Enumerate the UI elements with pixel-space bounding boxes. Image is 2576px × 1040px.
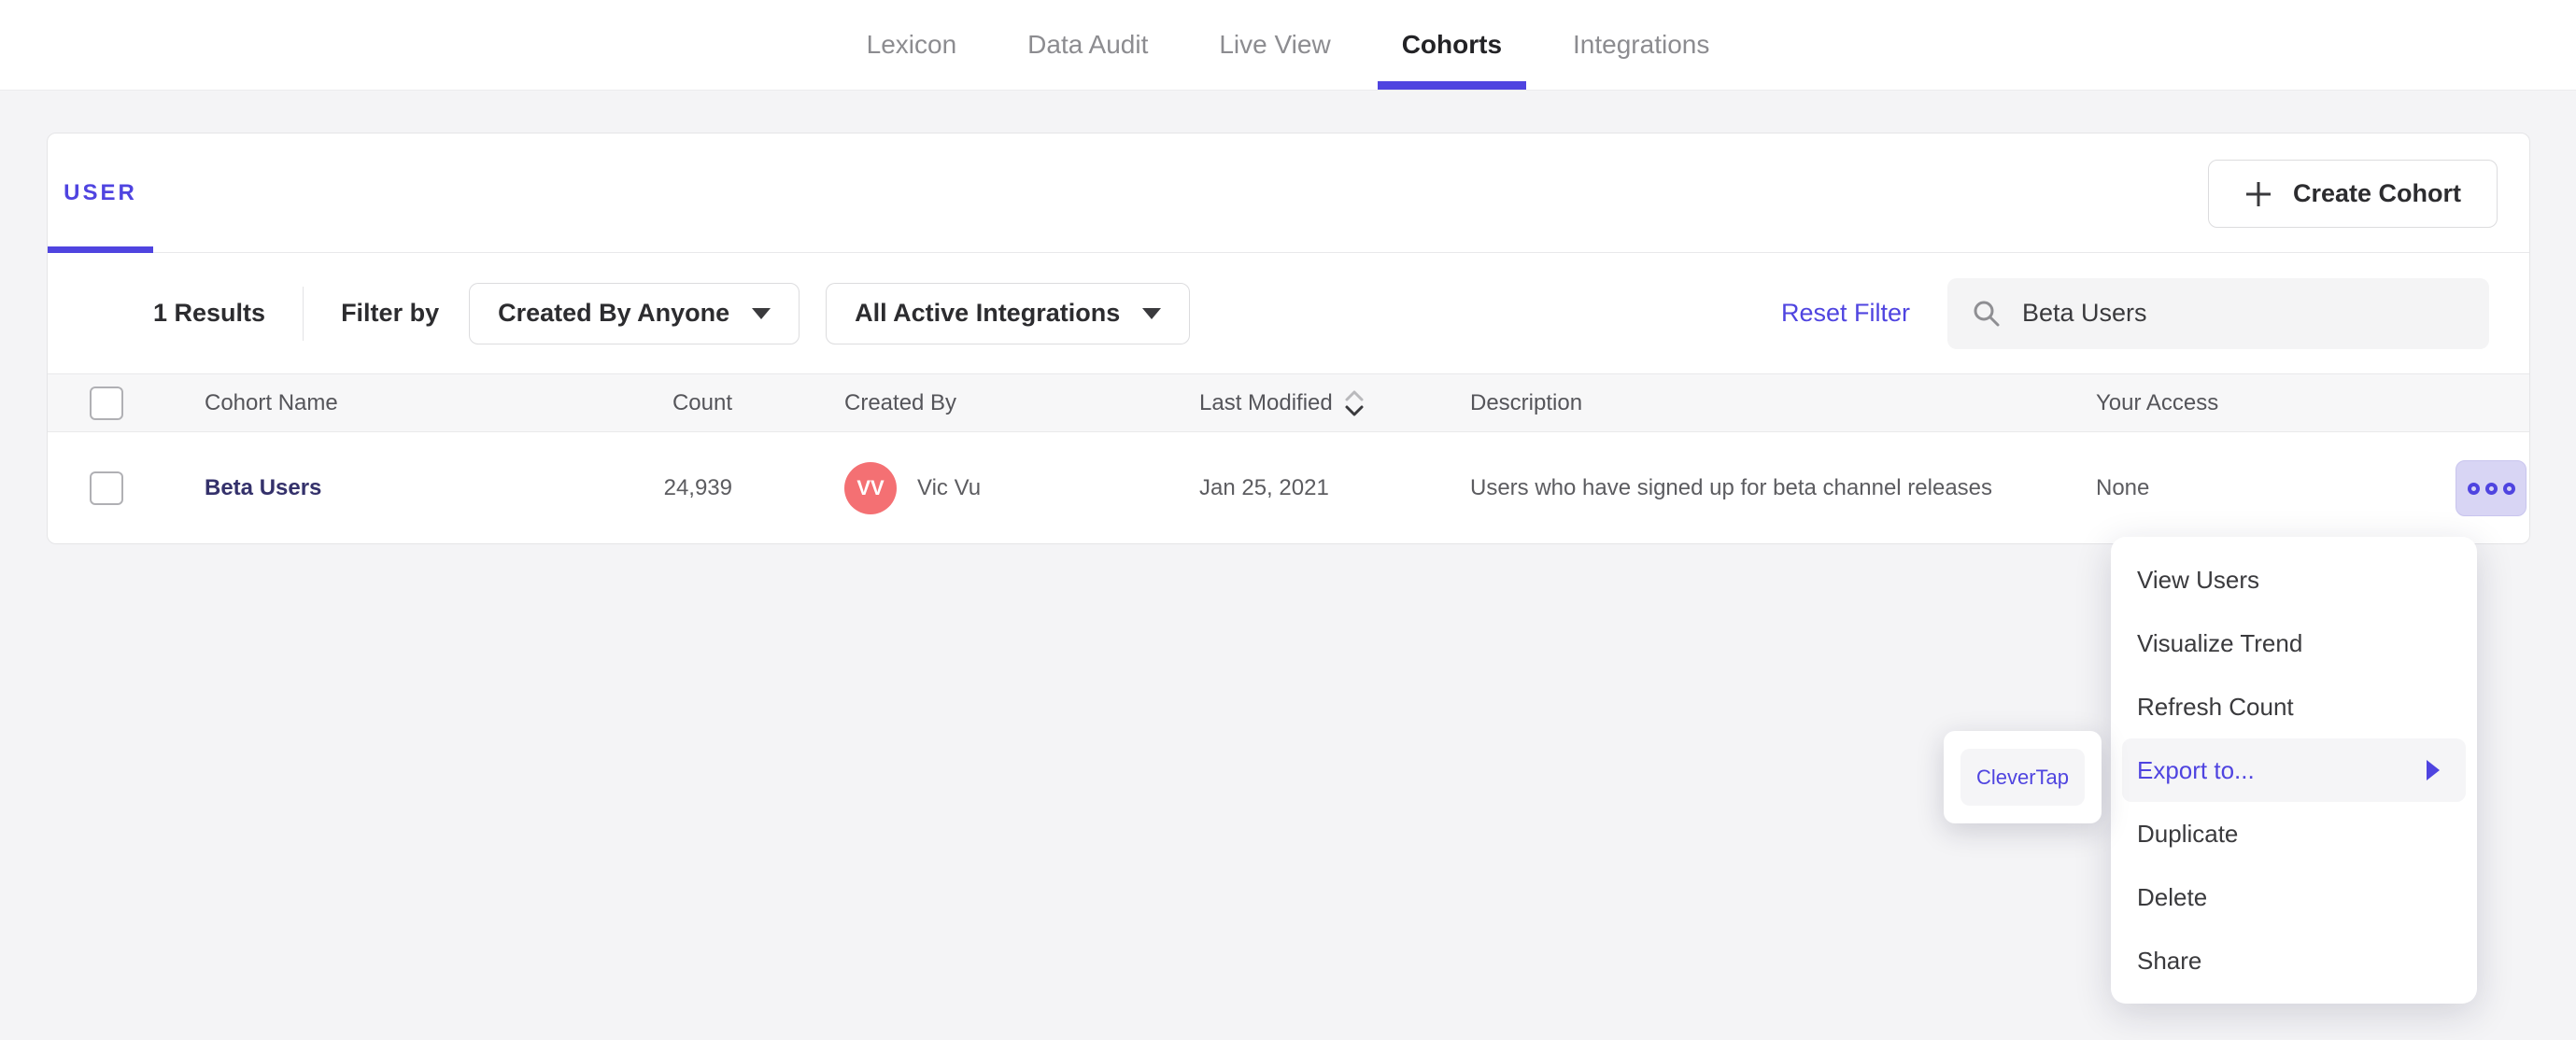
menu-item-export-to[interactable]: Export to...: [2122, 738, 2466, 802]
more-options-button[interactable]: [2456, 460, 2526, 516]
integrations-dropdown[interactable]: All Active Integrations: [826, 282, 1191, 344]
more-options-icon: [2467, 482, 2480, 495]
nav-tab-data-audit[interactable]: Data Audit: [992, 0, 1183, 90]
created-by-dropdown-value: Created By Anyone: [498, 299, 730, 327]
avatar: VV: [844, 462, 897, 514]
cohort-name-link[interactable]: Beta Users: [205, 475, 321, 500]
nav-tab-lexicon[interactable]: Lexicon: [831, 0, 993, 90]
cohort-type-tab-bar: USER Create Cohort: [48, 134, 2529, 253]
created-by-dropdown[interactable]: Created By Anyone: [469, 282, 800, 344]
cohort-count: 24,939: [663, 475, 732, 500]
header-count[interactable]: Count: [550, 390, 774, 416]
filter-bar: 1 Results Filter by Created By Anyone Al…: [48, 253, 2529, 374]
table-row: Beta Users 24,939 VV Vic Vu Jan 25, 2021…: [48, 432, 2529, 544]
export-submenu: CleverTap: [1944, 731, 2102, 823]
nav-tab-cohorts[interactable]: Cohorts: [1366, 0, 1537, 90]
divider: [303, 286, 304, 341]
created-by-name: Vic Vu: [917, 475, 982, 500]
menu-item-duplicate[interactable]: Duplicate: [2111, 802, 2477, 865]
plus-icon: [2245, 181, 2271, 206]
menu-item-view-users[interactable]: View Users: [2111, 548, 2477, 611]
menu-item-visualize-trend[interactable]: Visualize Trend: [2111, 611, 2477, 675]
header-last-modified-label: Last Modified: [1199, 389, 1333, 415]
nav-tabs: Lexicon Data Audit Live View Cohorts Int…: [831, 0, 1746, 90]
top-nav: Lexicon Data Audit Live View Cohorts Int…: [0, 0, 2576, 91]
search-input[interactable]: [2022, 299, 2465, 328]
submenu-item-clevertap[interactable]: CleverTap: [1960, 749, 2085, 806]
results-count: 1 Results: [153, 299, 266, 327]
table-header: Cohort Name Count Created By Last Modifi…: [48, 374, 2529, 432]
search-icon: [1974, 301, 2000, 326]
header-cohort-name[interactable]: Cohort Name: [158, 390, 550, 416]
tab-user[interactable]: USER: [48, 134, 153, 253]
nav-tab-integrations[interactable]: Integrations: [1537, 0, 1745, 90]
your-access-value: None: [2096, 475, 2150, 500]
header-your-access: Your Access: [2096, 389, 2219, 415]
search-box[interactable]: [1947, 277, 2489, 349]
row-checkbox[interactable]: [90, 471, 123, 505]
reset-filter-link[interactable]: Reset Filter: [1781, 299, 1910, 328]
last-modified-value: Jan 25, 2021: [1199, 475, 1329, 500]
sort-icon: [1345, 390, 1364, 415]
nav-tab-live-view[interactable]: Live View: [1183, 0, 1366, 90]
create-cohort-label: Create Cohort: [2292, 179, 2461, 207]
menu-item-share[interactable]: Share: [2111, 929, 2477, 992]
create-cohort-button[interactable]: Create Cohort: [2207, 160, 2498, 228]
chevron-down-icon: [1142, 307, 1162, 319]
header-created-by[interactable]: Created By: [774, 390, 1167, 416]
row-context-menu: View Users Visualize Trend Refresh Count…: [2111, 537, 2477, 1004]
chevron-down-icon: [752, 307, 771, 319]
menu-item-refresh-count[interactable]: Refresh Count: [2111, 675, 2477, 738]
menu-item-export-to-label: Export to...: [2137, 755, 2255, 784]
cohort-description: Users who have signed up for beta channe…: [1470, 475, 1993, 500]
header-last-modified[interactable]: Last Modified: [1167, 388, 1437, 418]
integrations-dropdown-value: All Active Integrations: [855, 299, 1121, 327]
cohorts-panel: USER Create Cohort 1 Results Filter by C…: [47, 133, 2530, 544]
more-options-icon: [2484, 482, 2498, 495]
submenu-arrow-icon: [2427, 760, 2440, 780]
more-options-icon: [2502, 482, 2515, 495]
select-all-checkbox[interactable]: [90, 386, 123, 420]
filter-by-label: Filter by: [341, 299, 440, 327]
menu-item-delete[interactable]: Delete: [2111, 865, 2477, 929]
header-description: Description: [1470, 389, 1583, 415]
